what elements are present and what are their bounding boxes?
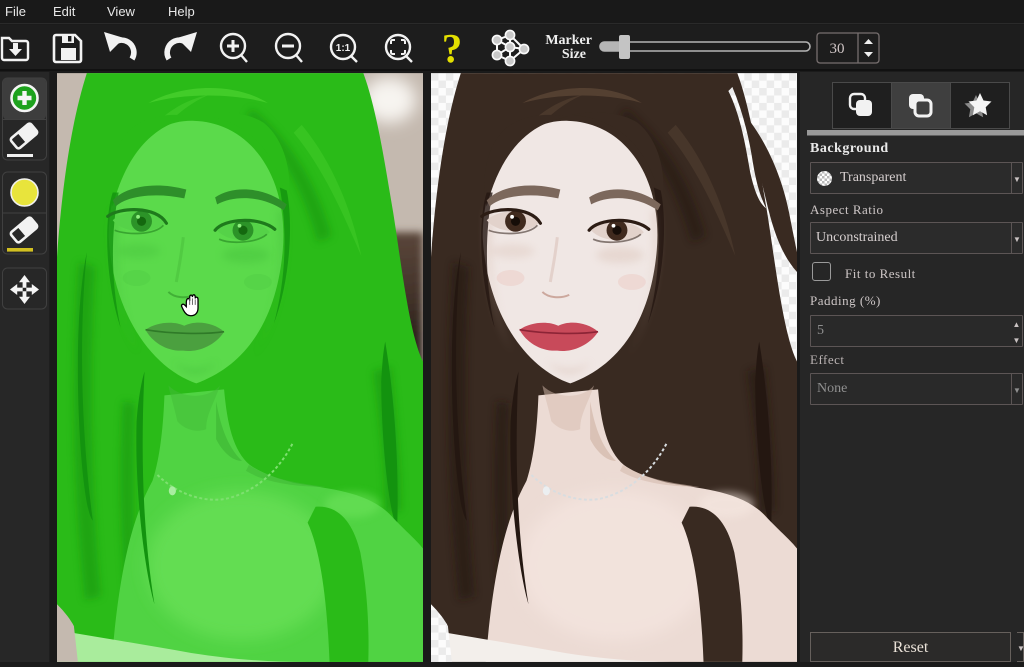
svg-text:1:1: 1:1 (336, 43, 351, 54)
svg-text:Size: Size (562, 47, 586, 62)
svg-text:?: ? (442, 25, 463, 71)
svg-text:30: 30 (830, 41, 845, 57)
svg-text:Marker: Marker (545, 33, 592, 48)
